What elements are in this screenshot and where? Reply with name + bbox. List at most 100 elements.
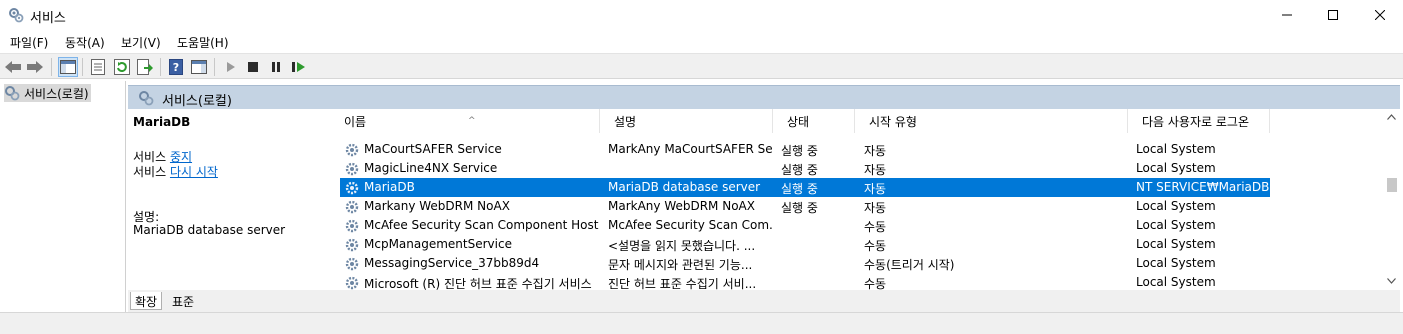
service-status-cell: 실행 중	[781, 163, 818, 177]
table-row[interactable]: Microsoft (R) 진단 허브 표준 수집기 서비스 진단 허브 표준 수…	[340, 273, 1270, 290]
action-pane-icon	[191, 60, 207, 74]
scroll-up-icon[interactable]	[1387, 114, 1396, 120]
stop-service-button[interactable]	[243, 57, 263, 77]
service-startup-cell: 자동	[864, 201, 887, 215]
service-gear-icon	[345, 257, 359, 271]
service-description-cell: 문자 메시지와 관련된 기능...	[608, 258, 753, 272]
service-startup-cell: 자동	[864, 182, 887, 196]
properties-button[interactable]	[88, 57, 108, 77]
properties-icon	[91, 59, 105, 75]
refresh-icon	[114, 59, 130, 75]
column-header-startup-type[interactable]: 시작 유형	[855, 109, 1128, 133]
forward-button[interactable]	[25, 57, 45, 77]
restart-service-button[interactable]	[289, 57, 309, 77]
view-tabs: 확장 표준	[128, 290, 1400, 312]
tree-node-services-local[interactable]: 서비스(로컬)	[4, 84, 91, 102]
service-name-cell: McAfee Security Scan Component Host S...	[364, 218, 602, 232]
start-service-button[interactable]	[221, 57, 241, 77]
column-header-name-label: 이름	[344, 114, 367, 129]
maximize-button[interactable]	[1310, 0, 1356, 30]
toolbar-separator	[51, 58, 52, 76]
services-gear-icon	[139, 91, 154, 106]
service-status-cell: 실행 중	[781, 144, 818, 158]
table-row[interactable]: MessagingService_37bb89d4 문자 메시지와 관련된 기능.…	[340, 254, 1270, 273]
service-startup-cell: 수동	[864, 239, 887, 253]
service-name-cell: Microsoft (R) 진단 허브 표준 수집기 서비스	[364, 277, 592, 290]
menu-bar: 파일(F) 동작(A) 보기(V) 도움말(H)	[0, 30, 1403, 52]
help-button[interactable]: ?	[166, 57, 186, 77]
toolbar-separator	[82, 58, 83, 76]
tab-extended[interactable]: 확장	[130, 292, 163, 310]
restart-icon	[292, 62, 305, 72]
pane-header-title: 서비스(로컬)	[162, 94, 232, 109]
toolbar-separator	[214, 58, 215, 76]
column-header-status-label: 상태	[787, 114, 810, 129]
service-logon-cell: Local System	[1136, 256, 1216, 270]
service-gear-icon	[345, 238, 359, 252]
service-status-cell: 실행 중	[781, 201, 818, 215]
menu-file[interactable]: 파일(F)	[10, 34, 48, 51]
column-header-description-label: 설명	[614, 114, 637, 129]
service-startup-cell: 자동	[864, 163, 887, 177]
column-header-name[interactable]: 이름 ^	[330, 109, 600, 133]
close-button[interactable]	[1357, 0, 1403, 30]
menu-view[interactable]: 보기(V)	[121, 34, 161, 51]
service-status-cell: 실행 중	[781, 182, 818, 196]
service-gear-icon	[345, 162, 359, 176]
sort-ascending-icon: ^	[468, 116, 476, 126]
console-tree-icon	[60, 60, 76, 74]
service-description-cell: MarkAny WebDRM NoAX	[608, 199, 755, 213]
selected-service-name: MariaDB	[133, 115, 191, 129]
service-description-cell: MariaDB database server	[608, 180, 761, 194]
export-list-button[interactable]	[135, 57, 155, 77]
service-logon-cell: Local System	[1136, 199, 1216, 213]
service-logon-cell: Local System	[1136, 237, 1216, 251]
restart-service-link[interactable]: 다시 시작	[170, 165, 218, 179]
column-header-description[interactable]: 설명	[600, 109, 773, 133]
menu-help[interactable]: 도움말(H)	[177, 34, 229, 51]
minimize-button[interactable]	[1264, 0, 1310, 30]
title-bar: 서비스	[0, 0, 1403, 30]
window-title: 서비스	[30, 11, 66, 26]
vertical-scrollbar[interactable]	[1383, 109, 1400, 290]
tab-standard[interactable]: 표준	[168, 292, 198, 310]
column-header-startup-label: 시작 유형	[869, 114, 917, 129]
toolbar: ?	[0, 53, 1403, 79]
refresh-button[interactable]	[112, 57, 132, 77]
back-button[interactable]	[3, 57, 23, 77]
table-row[interactable]: MaCourtSAFER Service MarkAny MaCourtSAFER…	[340, 140, 1270, 159]
restart-prefix: 서비스	[133, 165, 167, 179]
pause-icon	[272, 62, 280, 72]
play-icon	[227, 62, 235, 72]
services-pane: 서비스(로컬) MariaDB 서비스 중지 서비스 다시 시작 설명: Mar…	[128, 81, 1403, 312]
table-row[interactable]: MagicLine4NX Service 실행 중 자동 Local System	[340, 159, 1270, 178]
scrollbar-thumb[interactable]	[1387, 178, 1397, 192]
table-row[interactable]: McAfee Security Scan Component Host S...…	[340, 216, 1270, 235]
show-hide-console-tree-button[interactable]	[58, 57, 78, 77]
service-gear-icon	[345, 219, 359, 233]
service-logon-cell: NT SERVICE₩MariaDB	[1136, 180, 1270, 194]
stop-service-link[interactable]: 중지	[170, 150, 192, 164]
show-action-pane-button[interactable]	[189, 57, 209, 77]
description-value: MariaDB database server	[133, 223, 286, 237]
service-startup-cell: 자동	[864, 144, 887, 158]
pause-service-button[interactable]	[266, 57, 286, 77]
menu-action[interactable]: 동작(A)	[65, 34, 105, 51]
stop-icon	[248, 62, 258, 72]
table-row[interactable]: Markany WebDRM NoAX MarkAny WebDRM NoAX 실행…	[340, 197, 1270, 216]
column-header-logon-as[interactable]: 다음 사용자로 로그온	[1128, 109, 1270, 133]
service-description-cell: 진단 허브 표준 수집기 서비...	[608, 277, 757, 290]
table-row[interactable]: MariaDB MariaDB database server 실행 중 자동 NT S…	[340, 178, 1270, 197]
service-detail-panel: MariaDB 서비스 중지 서비스 다시 시작 설명: MariaDB dat…	[128, 109, 330, 290]
service-description-cell: MarkAny MaCourtSAFER Se...	[608, 142, 772, 156]
service-startup-cell: 수동	[864, 277, 887, 290]
column-header-status[interactable]: 상태	[773, 109, 855, 133]
tree-node-label: 서비스(로컬)	[24, 86, 89, 101]
forward-arrow-icon	[27, 61, 43, 73]
scroll-down-icon[interactable]	[1387, 278, 1396, 284]
service-gear-icon	[345, 181, 359, 195]
table-row[interactable]: McpManagementService <설명을 읽지 못했습니다. ... 수동…	[340, 235, 1270, 254]
toolbar-separator	[160, 58, 161, 76]
export-icon	[137, 59, 153, 75]
close-icon	[1375, 10, 1385, 20]
